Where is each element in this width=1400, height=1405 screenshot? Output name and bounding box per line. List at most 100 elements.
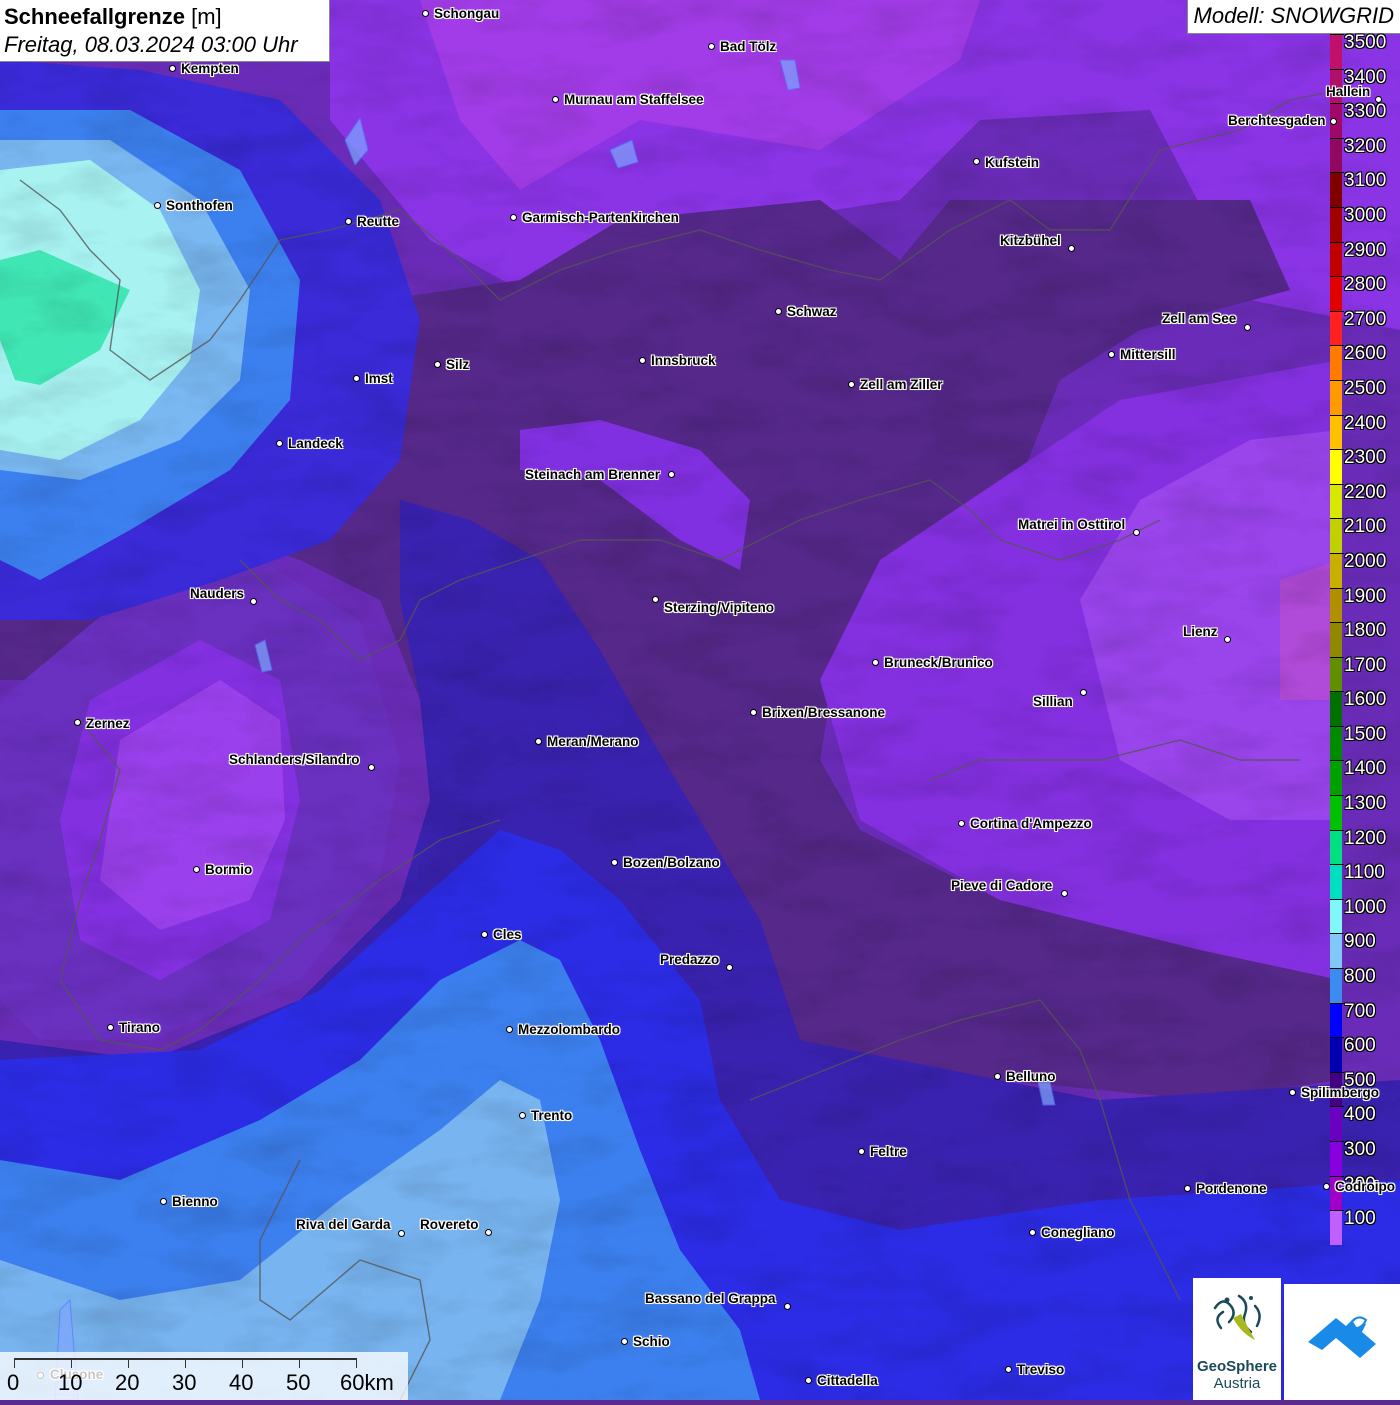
scale-tick [185, 1358, 186, 1368]
scale-label: 10 [58, 1370, 83, 1395]
legend-tick [1330, 760, 1344, 762]
legend-row: 2200 [1330, 481, 1400, 519]
legend-label: 1200 [1344, 827, 1387, 849]
legend-label: 700 [1344, 1000, 1376, 1022]
legend-tick [1330, 172, 1344, 174]
legend-tick [1330, 310, 1344, 312]
legend-row: 1800 [1330, 620, 1400, 657]
legend-tick [1330, 206, 1344, 208]
legend-swatch [1330, 379, 1342, 415]
city-label: Kempten [181, 61, 239, 76]
scale-tick [356, 1358, 357, 1368]
city-label: Riva del Garda [296, 1217, 391, 1232]
city-label: Bad Tölz [720, 39, 777, 54]
legend-label: 2800 [1344, 274, 1387, 296]
city-label: Treviso [1017, 1362, 1065, 1377]
legend-tick [1330, 1002, 1344, 1004]
legend-label: 1300 [1344, 793, 1387, 815]
scale-label: 60km [340, 1370, 394, 1395]
legend-label: 100 [1344, 1208, 1376, 1230]
legend-row: 3000 [1330, 205, 1400, 242]
legend-row: 1200 [1330, 827, 1400, 865]
city-marker [505, 1025, 513, 1033]
city-label: Bormio [205, 862, 253, 877]
city-label: Mittersill [1120, 347, 1176, 362]
legend-row: 1000 [1330, 897, 1400, 934]
legend-swatch [1330, 898, 1342, 934]
city-marker [847, 380, 855, 388]
legend-row: 1400 [1330, 758, 1400, 796]
city-label: Landeck [288, 436, 343, 451]
legend-row: 3500 [1330, 32, 1400, 69]
city-label: Zernez [86, 716, 130, 731]
legend-label: 1100 [1344, 862, 1385, 884]
city-marker [651, 595, 659, 603]
city-label: Bassano del Grappa [645, 1291, 776, 1306]
legend-label: 2200 [1344, 481, 1387, 503]
legend-tick [1330, 379, 1344, 381]
house-arrow-icon [1308, 1316, 1376, 1358]
legend-tick [1330, 622, 1344, 624]
legend-row: 1900 [1330, 586, 1400, 623]
city-label: Innsbruck [651, 353, 716, 368]
city-marker [1004, 1365, 1012, 1373]
legend-row: 100 [1330, 1208, 1400, 1245]
legend-label: 2300 [1344, 447, 1387, 469]
legend-tick [1330, 864, 1344, 866]
city-label: Nauders [190, 586, 245, 601]
legend-row: 2100 [1330, 516, 1400, 553]
legend-tick [1330, 968, 1344, 970]
city-label: Rovereto [420, 1217, 479, 1232]
legend-tick [1330, 414, 1344, 416]
city-label: Sonthofen [166, 198, 233, 213]
legend-label: 3300 [1344, 101, 1387, 123]
city-marker [804, 1376, 812, 1384]
city-label: Hallein [1326, 84, 1371, 99]
legend-swatch [1330, 1037, 1342, 1072]
legend-row: 2500 [1330, 378, 1400, 415]
scale-label: 30 [172, 1370, 197, 1395]
legend-tick [1330, 1106, 1344, 1108]
legend-row: 1300 [1330, 793, 1400, 830]
city-label: Cles [493, 927, 522, 942]
model-label: Modell: SNOWGRID [1186, 0, 1400, 34]
legend-row: 1600 [1330, 689, 1400, 726]
city-marker [1132, 528, 1140, 536]
city-marker [1060, 889, 1068, 897]
city-marker [667, 470, 675, 478]
legend-row: 2900 [1330, 240, 1400, 277]
city-label: Murnau am Staffelsee [564, 92, 704, 107]
city-marker [106, 1023, 114, 1031]
legend-label: 3200 [1344, 135, 1387, 157]
city-label: Conegliano [1041, 1225, 1115, 1240]
legend-label: 2000 [1344, 550, 1387, 572]
legend-swatch [1330, 414, 1342, 450]
legend-label: 900 [1344, 931, 1376, 953]
legend-swatch [1330, 310, 1342, 346]
scale-label: 40 [229, 1370, 254, 1395]
city-label: Bozen/Bolzano [623, 855, 720, 870]
legend-row: 1100 [1330, 862, 1400, 899]
city-label: Feltre [870, 1144, 907, 1159]
color-legend: 3500 3400 3300 3200 3100 3000 2900 2800 2700 2600… [1330, 32, 1400, 1245]
city-marker [871, 658, 879, 666]
city-marker [551, 95, 559, 103]
city-marker [620, 1337, 628, 1345]
legend-row: 400 [1330, 1104, 1400, 1141]
city-marker [352, 374, 360, 382]
legend-swatch [1330, 518, 1342, 553]
legend-label: 1600 [1344, 689, 1387, 711]
city-marker [159, 1197, 167, 1205]
city-marker [993, 1072, 1001, 1080]
legend-swatch [1330, 933, 1342, 969]
city-label: Belluno [1006, 1069, 1056, 1084]
legend-swatch [1330, 1141, 1342, 1176]
legend-swatch [1330, 622, 1342, 657]
city-label: Sillian [1033, 694, 1073, 709]
legend-swatch [1330, 795, 1342, 830]
city-label: Mezzolombardo [518, 1022, 621, 1037]
legend-tick [1330, 241, 1344, 243]
legend-tick [1330, 483, 1344, 485]
legend-row: 1700 [1330, 655, 1400, 692]
city-marker [518, 1111, 526, 1119]
